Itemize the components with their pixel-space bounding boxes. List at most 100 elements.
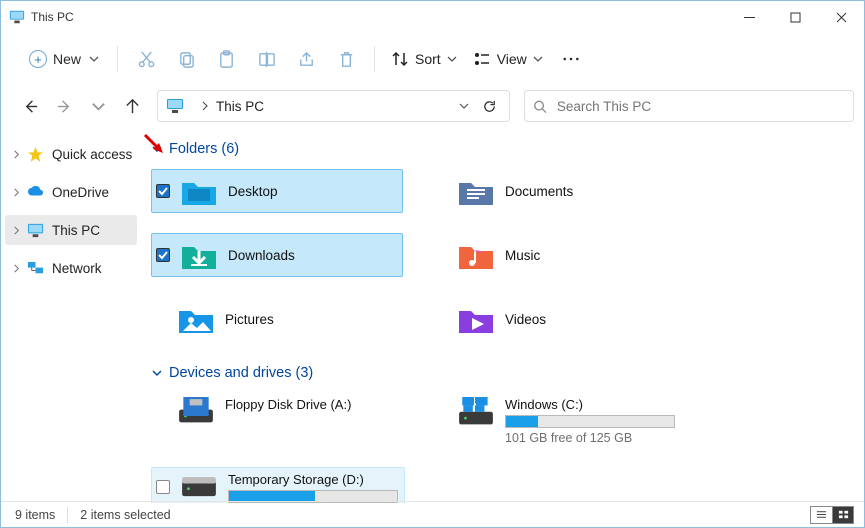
folder-item-music[interactable]: Music [431,233,683,277]
address-bar[interactable]: This PC [157,90,510,122]
chevron-down-icon [533,54,543,64]
separator [117,46,118,72]
chevron-right-icon[interactable] [9,223,23,237]
drive-item-temp-storage-d[interactable]: Temporary Storage (D:) 3.94 GB free of 7… [151,467,405,503]
sidebar-item-label: Quick access [52,147,132,162]
chevron-right-icon[interactable] [9,185,23,199]
plus-icon: + [29,50,47,68]
drive-label: Temporary Storage (D:) [228,472,398,487]
layout-switcher [810,506,854,524]
downloads-folder-icon [180,237,218,273]
main-split: Quick access OneDrive This PC Network Fo… [1,133,864,503]
sidebar-item-onedrive[interactable]: OneDrive [5,177,137,207]
folder-label: Videos [505,312,546,327]
folder-item-documents[interactable]: Documents [431,169,683,213]
paste-button[interactable] [206,42,246,76]
share-button[interactable] [286,42,326,76]
folder-label: Pictures [225,312,274,327]
chevron-down-icon [89,54,99,64]
status-bar: 9 items 2 items selected [1,501,864,527]
chevron-down-icon[interactable] [151,367,163,379]
documents-folder-icon [457,173,495,209]
folders-grid: Desktop Documents Downloads Music Pictu [151,165,850,357]
floppy-drive-icon [177,397,215,427]
details-view-button[interactable] [810,506,832,524]
star-icon [27,146,44,163]
drive-label: Floppy Disk Drive (A:) [225,397,397,412]
network-icon [27,260,44,277]
sort-button[interactable]: Sort [383,42,465,76]
new-button[interactable]: + New [19,42,109,76]
folder-label: Music [505,248,540,263]
chevron-right-icon[interactable] [9,147,23,161]
forward-button[interactable] [49,88,79,124]
drive-item-floppy[interactable]: Floppy Disk Drive (A:) [151,393,403,451]
folder-item-pictures[interactable]: Pictures [151,297,403,341]
desktop-folder-icon [180,173,218,209]
drive-free-text: 101 GB free of 125 GB [505,431,677,445]
view-label: View [497,51,527,67]
group-header-drives[interactable]: Devices and drives (3) [151,357,850,389]
group-header-folders[interactable]: Folders (6) [151,133,850,165]
maximize-button[interactable] [772,1,818,33]
sidebar-item-this-pc[interactable]: This PC [5,215,137,245]
sidebar-item-label: Network [52,261,102,276]
status-item-count: 9 items [15,508,55,522]
view-icon [473,50,491,68]
folder-item-videos[interactable]: Videos [431,297,683,341]
tiles-view-button[interactable] [832,506,854,524]
address-segment[interactable]: This PC [216,99,264,114]
pictures-folder-icon [177,301,215,337]
window-title: This PC [31,10,74,24]
checkbox-unchecked[interactable] [156,480,170,494]
sidebar-item-quick-access[interactable]: Quick access [5,139,137,169]
drive-item-windows-c[interactable]: Windows (C:) 101 GB free of 125 GB [431,393,683,451]
refresh-button[interactable] [475,99,503,114]
group-header-label: Devices and drives (3) [169,365,313,381]
checkbox-checked[interactable] [156,248,170,262]
back-button[interactable] [15,88,45,124]
folder-label: Documents [505,184,573,199]
chevron-right-icon[interactable] [200,101,210,111]
windows-drive-icon [457,397,495,427]
address-history-dropdown[interactable] [453,101,475,111]
folder-label: Desktop [228,184,278,199]
cloud-icon [27,184,44,201]
folder-item-downloads[interactable]: Downloads [151,233,403,277]
drives-grid: Floppy Disk Drive (A:) Windows (C:) 101 … [151,389,850,503]
up-button[interactable] [117,88,147,124]
chevron-right-icon[interactable] [9,261,23,275]
chevron-down-icon [447,54,457,64]
sidebar-item-network[interactable]: Network [5,253,137,283]
navigation-pane: Quick access OneDrive This PC Network [1,133,141,503]
cut-button[interactable] [126,42,166,76]
search-input[interactable] [557,99,845,114]
monitor-icon [27,222,44,239]
view-button[interactable]: View [465,42,551,76]
search-box[interactable] [524,90,854,122]
chevron-down-icon[interactable] [151,143,163,155]
minimize-button[interactable] [726,1,772,33]
checkbox-checked[interactable] [156,184,170,198]
new-label: New [53,51,81,67]
separator [374,46,375,72]
group-header-label: Folders (6) [169,141,239,157]
folder-item-desktop[interactable]: Desktop [151,169,403,213]
sort-label: Sort [415,51,441,67]
search-icon [533,99,547,114]
close-button[interactable] [818,1,864,33]
drive-icon [180,472,218,502]
content-pane: Folders (6) Desktop Documents Downloads [141,133,864,503]
recent-locations-button[interactable] [83,88,113,124]
copy-button[interactable] [166,42,206,76]
sidebar-item-label: OneDrive [52,185,109,200]
videos-folder-icon [457,301,495,337]
delete-button[interactable] [326,42,366,76]
drive-label: Windows (C:) [505,397,677,412]
more-button[interactable] [551,42,591,76]
music-folder-icon [457,237,495,273]
rename-button[interactable] [246,42,286,76]
titlebar: This PC [1,1,864,33]
location-monitor-icon [166,97,184,115]
titlebar-monitor-icon [9,9,25,25]
